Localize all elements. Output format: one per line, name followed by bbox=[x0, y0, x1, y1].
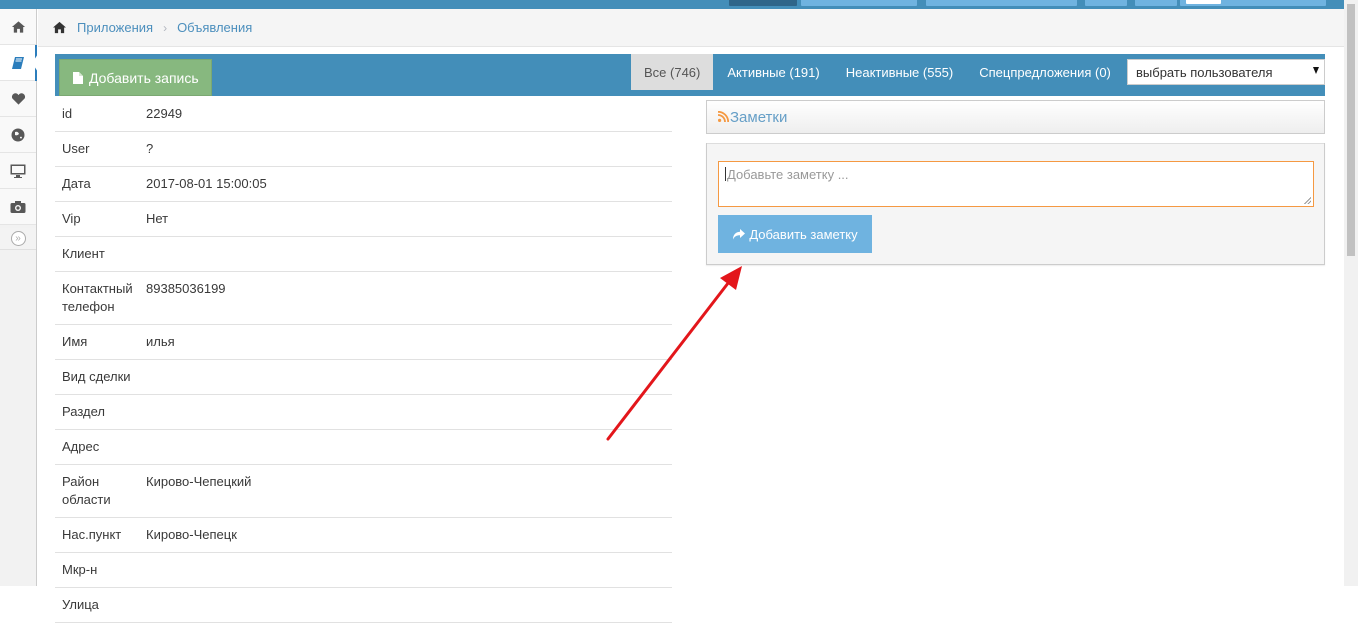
field-label: Район области bbox=[62, 474, 111, 507]
home-icon bbox=[11, 20, 25, 33]
heart-icon bbox=[11, 92, 25, 105]
double-chevron-right-icon: » bbox=[10, 231, 26, 246]
table-row: Контактный телефон 89385036199 bbox=[55, 272, 672, 325]
field-value: ? bbox=[146, 141, 154, 156]
navbar-avatar bbox=[1186, 0, 1221, 4]
add-record-button[interactable]: Добавить запись bbox=[59, 59, 212, 96]
add-record-label: Добавить запись bbox=[89, 69, 199, 86]
field-value: 89385036199 bbox=[146, 281, 226, 296]
field-label: Нас.пункт bbox=[62, 527, 122, 542]
file-icon bbox=[73, 71, 83, 84]
field-value: илья bbox=[146, 334, 175, 349]
chevron-down-icon bbox=[1313, 67, 1319, 74]
text-caret bbox=[725, 167, 726, 181]
record-details-table: id 22949 User ? Дата 2017-08-01 15:00:05… bbox=[55, 97, 672, 623]
field-label: Клиент bbox=[62, 246, 105, 261]
user-select-value: выбрать пользователя bbox=[1136, 64, 1273, 80]
tab-active[interactable]: Активные (191) bbox=[714, 54, 832, 90]
listings-toolbar: Добавить запись Все (746) Активные (191)… bbox=[55, 54, 1325, 96]
field-label: Мкр-н bbox=[62, 562, 98, 577]
table-row: Клиент bbox=[55, 237, 672, 272]
filter-tabs: Все (746) Активные (191) Неактивные (555… bbox=[631, 54, 1124, 90]
top-navbar bbox=[0, 0, 1358, 9]
sidebar-item-listings[interactable] bbox=[0, 45, 38, 81]
camera-icon bbox=[10, 200, 26, 213]
field-value bbox=[146, 553, 672, 587]
add-note-label: Добавить заметку bbox=[749, 226, 858, 242]
table-row: Дата 2017-08-01 15:00:05 bbox=[55, 167, 672, 202]
notes-widget-header: Заметки bbox=[706, 100, 1325, 134]
add-note-button[interactable]: Добавить заметку bbox=[718, 215, 872, 253]
field-value bbox=[146, 395, 672, 429]
field-label: Вид сделки bbox=[62, 369, 131, 384]
table-row: Нас.пункт Кирово-Чепецк bbox=[55, 518, 672, 553]
tab-inactive[interactable]: Неактивные (555) bbox=[833, 54, 967, 90]
navbar-button[interactable] bbox=[1085, 0, 1127, 6]
field-value bbox=[146, 237, 672, 271]
annotation-arrow-icon bbox=[606, 266, 742, 441]
sidebar-item-favorites[interactable] bbox=[0, 81, 36, 117]
breadcrumb: Приложения › Объявления bbox=[38, 9, 1344, 47]
scrollbar-thumb[interactable] bbox=[1347, 4, 1355, 256]
field-value: Кирово-Чепецк bbox=[146, 527, 237, 542]
table-row: Мкр-н bbox=[55, 553, 672, 588]
sidebar-item-camera[interactable] bbox=[0, 189, 36, 225]
field-value: 2017-08-01 15:00:05 bbox=[146, 176, 267, 191]
field-value bbox=[146, 588, 672, 622]
field-value bbox=[146, 360, 672, 394]
table-row: Вид сделки bbox=[55, 360, 672, 395]
tab-special-offers[interactable]: Спецпредложения (0) bbox=[966, 54, 1124, 90]
field-label: Vip bbox=[62, 211, 81, 226]
navbar-button[interactable] bbox=[801, 0, 917, 6]
table-row: id 22949 bbox=[55, 97, 672, 132]
sidebar-item-globe[interactable] bbox=[0, 117, 36, 153]
navbar-button[interactable] bbox=[926, 0, 1077, 6]
desktop-icon bbox=[10, 164, 26, 178]
field-label: Адрес bbox=[62, 439, 100, 454]
user-select[interactable]: выбрать пользователя bbox=[1127, 59, 1325, 85]
rss-icon bbox=[717, 110, 730, 125]
table-row: Улица bbox=[55, 588, 672, 623]
table-row: Раздел bbox=[55, 395, 672, 430]
notes-widget-body: Добавьте заметку ... Добавить заметку bbox=[706, 143, 1325, 265]
sidebar: » bbox=[0, 9, 38, 586]
sidebar-collapse-toggle[interactable]: » bbox=[0, 228, 36, 250]
field-value: Кирово-Чепецкий bbox=[146, 474, 252, 489]
share-arrow-icon bbox=[732, 228, 746, 240]
note-placeholder: Добавьте заметку ... bbox=[727, 167, 849, 182]
note-textarea[interactable]: Добавьте заметку ... bbox=[718, 161, 1314, 207]
field-label: Улица bbox=[62, 597, 99, 612]
field-label: Имя bbox=[62, 334, 88, 349]
tab-all[interactable]: Все (746) bbox=[631, 54, 714, 90]
table-row: Имя илья bbox=[55, 325, 672, 360]
table-row: Vip Нет bbox=[55, 202, 672, 237]
field-label: Контактный телефон bbox=[62, 281, 133, 314]
field-label: id bbox=[62, 106, 73, 121]
resize-grip-icon[interactable] bbox=[1304, 197, 1311, 204]
vertical-scrollbar[interactable] bbox=[1344, 0, 1358, 586]
breadcrumb-link-apps[interactable]: Приложения bbox=[77, 20, 153, 35]
book-icon bbox=[12, 56, 24, 69]
field-value bbox=[146, 430, 672, 464]
home-icon[interactable] bbox=[52, 21, 67, 34]
table-row: User ? bbox=[55, 132, 672, 167]
globe-icon bbox=[11, 128, 25, 141]
breadcrumb-link-listings[interactable]: Объявления bbox=[177, 20, 252, 35]
sidebar-item-home[interactable] bbox=[0, 9, 36, 45]
table-row: Адрес bbox=[55, 430, 672, 465]
field-label: Раздел bbox=[62, 404, 105, 419]
notes-title: Заметки bbox=[730, 108, 788, 126]
field-label: Дата bbox=[62, 176, 91, 191]
field-label: User bbox=[62, 141, 90, 156]
field-value: Нет bbox=[146, 211, 169, 226]
navbar-button[interactable] bbox=[729, 0, 797, 6]
navbar-button[interactable] bbox=[1135, 0, 1177, 6]
table-row: Район области Кирово-Чепецкий bbox=[55, 465, 672, 518]
chevron-right-icon: › bbox=[163, 20, 168, 35]
sidebar-item-desktop[interactable] bbox=[0, 153, 36, 189]
field-value: 22949 bbox=[146, 106, 183, 121]
